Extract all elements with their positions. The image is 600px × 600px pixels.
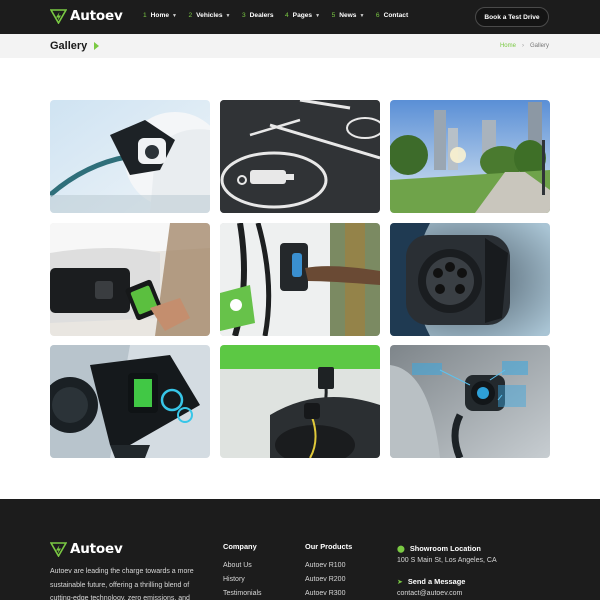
logo-text: Autoev bbox=[70, 8, 123, 24]
gallery-image-futuristic-connector[interactable] bbox=[50, 345, 210, 458]
gallery-image-charging-station-hand[interactable] bbox=[220, 223, 380, 336]
chevron-right-icon: › bbox=[521, 43, 524, 49]
breadcrumb: Home › Gallery bbox=[500, 43, 549, 49]
gallery-image-city-park[interactable] bbox=[390, 100, 550, 213]
chevron-down-icon: ▼ bbox=[172, 12, 177, 19]
nav-label: Pages bbox=[292, 12, 313, 19]
footer-products-title: Our Products bbox=[305, 542, 353, 551]
nav-number: 2 bbox=[188, 12, 193, 19]
nav-number: 5 bbox=[331, 12, 336, 19]
main-nav: 1 Home ▼ 2 Vehicles ▼ 3 Dealers 4 Pages … bbox=[143, 12, 420, 19]
showroom-location-title: ⬤ Showroom Location bbox=[397, 544, 481, 553]
gallery-image-phone-app-charging[interactable] bbox=[50, 223, 210, 336]
showroom-address: 100 S Main St, Los Angeles, CA bbox=[397, 557, 497, 564]
send-icon: ➤ bbox=[397, 578, 403, 586]
gallery-image-ev-charging-plug[interactable] bbox=[50, 100, 210, 213]
nav-label: Contact bbox=[383, 12, 409, 19]
nav-vehicles[interactable]: 2 Vehicles ▼ bbox=[188, 12, 230, 19]
footer-link-product-r100[interactable]: Autoev R100 bbox=[305, 562, 345, 569]
chevron-down-icon: ▼ bbox=[359, 12, 365, 19]
map-pin-icon: ⬤ bbox=[397, 545, 405, 553]
footer-company-title: Company bbox=[223, 542, 257, 551]
play-arrow-icon bbox=[94, 42, 99, 50]
send-message-label: Send a Message bbox=[407, 577, 466, 586]
nav-label: News bbox=[339, 12, 357, 19]
gallery-image-ev-parking-spot[interactable] bbox=[220, 100, 380, 213]
nav-label: Dealers bbox=[249, 12, 274, 19]
footer-link-about-us[interactable]: About Us bbox=[223, 562, 252, 569]
breadcrumb-current: Gallery bbox=[529, 43, 549, 49]
nav-home[interactable]: 1 Home ▼ bbox=[143, 12, 177, 19]
contact-email-link[interactable]: contact@autoev.com bbox=[397, 590, 462, 597]
book-test-drive-button[interactable]: Book a Test Drive bbox=[475, 7, 549, 27]
footer-link-product-r200[interactable]: Autoev R200 bbox=[305, 576, 345, 583]
nav-dealers[interactable]: 3 Dealers bbox=[242, 12, 274, 19]
footer-description: Autoev are leading the charge towards a … bbox=[50, 568, 194, 600]
logo-bolt-icon bbox=[50, 541, 67, 557]
nav-number: 6 bbox=[375, 12, 380, 19]
chevron-down-icon: ▼ bbox=[225, 12, 231, 19]
logo-text: Autoev bbox=[70, 541, 123, 557]
footer-link-history[interactable]: History bbox=[223, 576, 245, 583]
showroom-location-label: Showroom Location bbox=[409, 544, 481, 553]
nav-contact[interactable]: 6 Contact bbox=[376, 12, 408, 19]
gallery-image-green-wall-charger[interactable] bbox=[220, 345, 380, 458]
gallery-image-holographic-charging[interactable] bbox=[390, 345, 550, 458]
footer-logo[interactable]: Autoev bbox=[50, 541, 123, 557]
nav-number: 3 bbox=[241, 12, 246, 19]
footer-link-testimonials[interactable]: Testimonials bbox=[223, 590, 262, 597]
nav-label: Home bbox=[150, 12, 169, 19]
site-footer: Autoev Autoev are leading the charge tow… bbox=[0, 499, 600, 600]
nav-news[interactable]: 5 News ▼ bbox=[332, 12, 365, 19]
nav-number: 1 bbox=[143, 12, 147, 19]
nav-label: Vehicles bbox=[196, 12, 223, 19]
page-title-bar: Gallery Home › Gallery bbox=[0, 34, 600, 58]
send-message-title: ➤ Send a Message bbox=[397, 577, 465, 586]
gallery-image-charging-port-closeup[interactable] bbox=[390, 223, 550, 336]
logo[interactable]: Autoev bbox=[50, 8, 123, 24]
nav-pages[interactable]: 4 Pages ▼ bbox=[285, 12, 320, 19]
site-header: Autoev 1 Home ▼ 2 Vehicles ▼ 3 Dealers 4… bbox=[0, 0, 600, 34]
logo-bolt-icon bbox=[50, 8, 67, 24]
page-title: Gallery bbox=[50, 40, 88, 52]
nav-number: 4 bbox=[285, 12, 289, 19]
breadcrumb-home-link[interactable]: Home bbox=[500, 43, 516, 49]
chevron-down-icon: ▼ bbox=[315, 12, 321, 19]
footer-link-product-r300[interactable]: Autoev R300 bbox=[305, 590, 345, 597]
